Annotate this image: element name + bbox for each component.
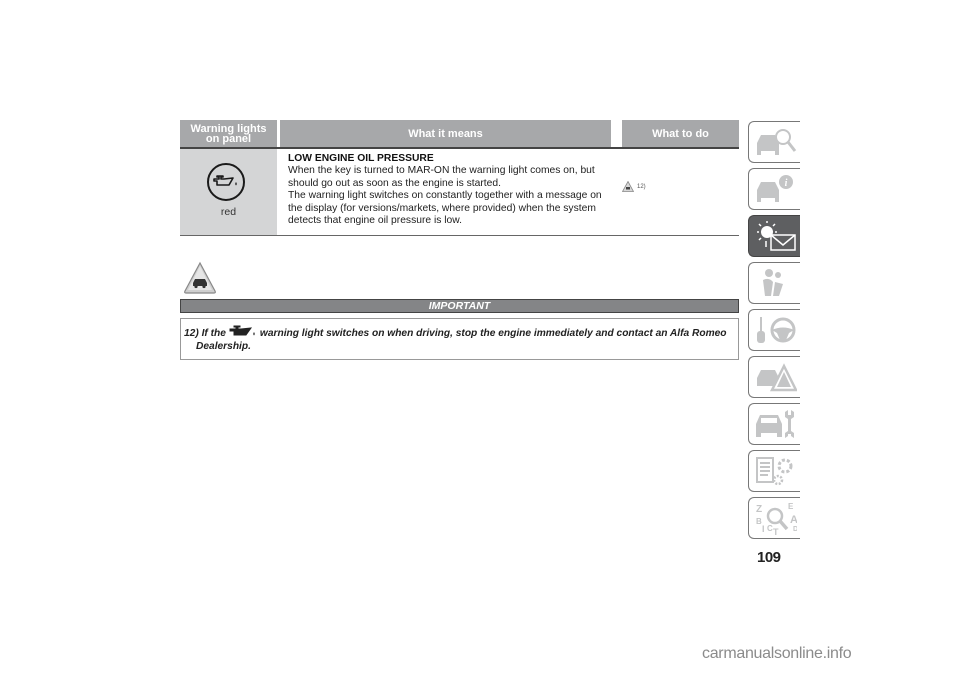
page-number: 109: [757, 549, 781, 566]
car-info-icon: i: [756, 175, 793, 202]
description-paragraph-2: The warning light switches on constantly…: [288, 190, 602, 227]
tab-safety[interactable]: [748, 262, 800, 304]
note-reference[interactable]: 12): [637, 184, 646, 190]
light-color-label: red: [220, 206, 237, 218]
important-heading: IMPORTANT: [180, 299, 739, 313]
oil-can-icon: [207, 163, 245, 201]
car-wrench-icon: [755, 410, 794, 438]
svg-text:i: i: [784, 178, 787, 189]
light-envelope-icon: [756, 221, 796, 251]
header-what-it-means: What it means: [280, 120, 611, 147]
tab-in-an-emergency[interactable]: [748, 356, 800, 398]
tab-technical-specifications[interactable]: [748, 450, 800, 492]
what-to-do-reference[interactable]: 12): [622, 181, 646, 192]
oil-can-icon: [229, 325, 255, 336]
svg-text:T: T: [773, 527, 779, 535]
caution-triangle-icon: [622, 181, 634, 192]
caution-triangle-car-icon: [184, 261, 216, 294]
svg-text:E: E: [788, 502, 794, 511]
header-warning-lights: Warning lights on panel: [180, 120, 277, 147]
tab-knowing-the-car[interactable]: [748, 121, 800, 163]
svg-text:A: A: [790, 514, 797, 526]
warning-title: LOW ENGINE OIL PRESSURE: [288, 153, 434, 164]
svg-text:D: D: [793, 526, 797, 533]
svg-text:I: I: [762, 524, 765, 534]
watermark[interactable]: carmanualsonline.info: [702, 645, 852, 663]
tab-starting-driving[interactable]: [748, 309, 800, 351]
tab-safety-info[interactable]: i: [748, 168, 800, 210]
list-gears-icon: [755, 457, 792, 486]
airbag-person-icon: [762, 269, 783, 296]
warning-description: LOW ENGINE OIL PRESSURE When the key is …: [288, 153, 613, 227]
tab-servicing-care[interactable]: [748, 403, 800, 445]
key-steering-wheel-icon: [756, 317, 795, 343]
car-magnifier-icon: [756, 129, 796, 155]
svg-text:Z: Z: [756, 504, 762, 515]
alphabet-magnifier-icon: Z E B A D I C T: [756, 502, 797, 535]
row-divider: [180, 235, 739, 236]
car-warning-triangle-icon: [756, 363, 797, 392]
header-what-to-do: What to do: [622, 120, 739, 147]
tab-index[interactable]: Z E B A D I C T: [748, 497, 800, 539]
important-note: 12) If the warning light switches on whe…: [180, 318, 739, 360]
note-text-after: warning light switches on when driving, …: [259, 328, 727, 339]
tab-warning-lights-messages[interactable]: [748, 215, 800, 257]
note-text-continued: Dealership.: [196, 341, 251, 352]
note-text-before: If the: [201, 328, 226, 339]
description-paragraph-1: When the key is turned to MAR-ON the war…: [288, 165, 595, 189]
note-number: 12): [184, 328, 199, 339]
